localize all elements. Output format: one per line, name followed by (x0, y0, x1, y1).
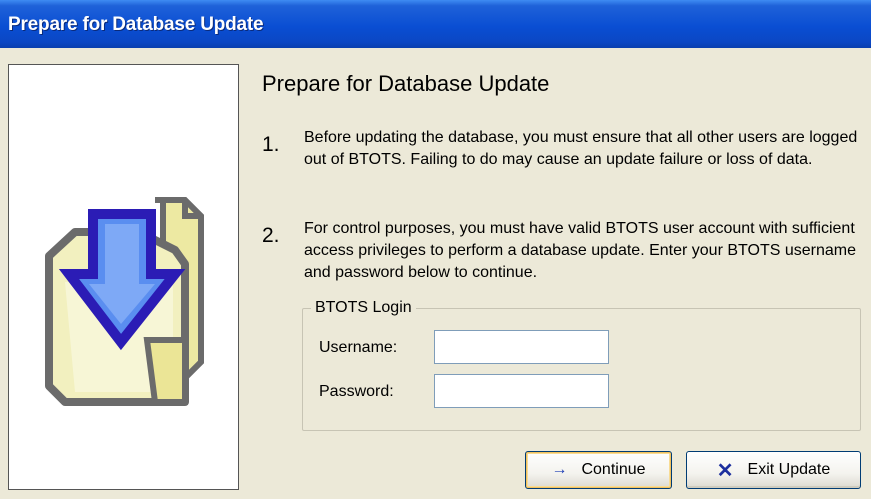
login-group-legend: BTOTS Login (315, 299, 412, 316)
exit-update-button-label: Exit Update (747, 461, 831, 478)
step-number: 1. (262, 133, 280, 156)
x-icon: ✕ (716, 459, 734, 482)
page-heading: Prepare for Database Update (262, 71, 550, 96)
login-group: BTOTS Login (302, 299, 861, 431)
window-title: Prepare for Database Update (8, 14, 264, 35)
continue-button-label: Continue (581, 461, 646, 478)
password-label: Password: (319, 383, 394, 400)
arrow-right-icon: → (551, 461, 568, 478)
side-graphic-panel (8, 64, 239, 490)
step-text: Before updating the database, you must e… (304, 129, 858, 168)
instruction-step-2: 2. For control purposes, you must have v… (262, 218, 862, 288)
update-dialog: Prepare for Database Update Prepare for … (0, 0, 871, 499)
instruction-step-1: 1. Before updating the database, you mus… (262, 127, 862, 197)
step-text: For control purposes, you must have vali… (304, 220, 856, 281)
username-label: Username: (319, 339, 398, 356)
title-bar[interactable]: Prepare for Database Update (0, 0, 871, 48)
username-input[interactable] (434, 330, 609, 364)
continue-button[interactable]: → Continue (525, 451, 672, 489)
database-download-folder-icon (45, 197, 204, 406)
password-input[interactable] (434, 374, 609, 408)
step-number: 2. (262, 224, 280, 247)
exit-update-button[interactable]: ✕ Exit Update (686, 451, 861, 489)
